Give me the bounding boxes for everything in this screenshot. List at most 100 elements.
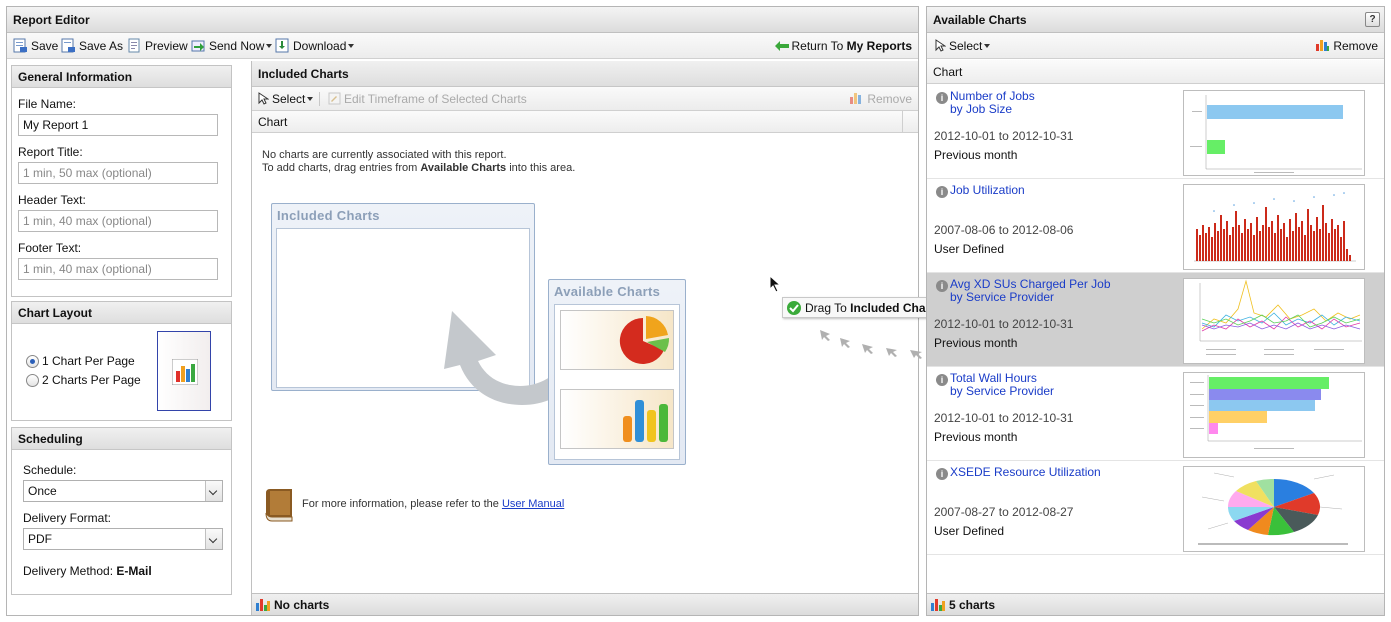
date-separator: to <box>998 129 1009 143</box>
available-remove-button[interactable]: Remove <box>1315 33 1378 59</box>
pie-chart-icon <box>619 316 670 364</box>
chart-period: Previous month <box>934 430 1018 444</box>
chart-subtitle[interactable]: by Job Size <box>950 102 1012 116</box>
list-item[interactable]: i Job Utilization 2007-08-06 to 2012-08-… <box>927 179 1384 273</box>
book-icon <box>265 489 293 522</box>
available-charts-panel: Available Charts ? Select Remove Chart i… <box>926 6 1385 616</box>
chart-thumbnail[interactable] <box>1183 372 1365 458</box>
chart-period: User Defined <box>934 242 1005 256</box>
header-text-input[interactable] <box>18 210 218 232</box>
delivery-format-select[interactable]: PDF <box>23 528 223 550</box>
date-to: 2012-08-06 <box>1012 223 1074 237</box>
drag-tooltip: Drag To Included Charts <box>782 297 946 318</box>
bar-chart-thumbnail-icon <box>1190 95 1362 173</box>
included-charts-title: Included Charts <box>252 61 918 87</box>
chart-dates: 2012-10-01 to 2012-10-31 <box>934 129 1073 143</box>
included-remove-button[interactable]: Remove <box>849 87 912 111</box>
preview-label: Preview <box>145 39 188 53</box>
chart-thumbnail[interactable] <box>1183 184 1365 270</box>
empty-line-2-prefix: To add charts, drag entries from <box>262 162 418 174</box>
chart-title[interactable]: Total Wall Hours <box>950 371 1037 385</box>
available-column-header[interactable]: Chart <box>927 60 1384 84</box>
return-to-my-reports-button[interactable]: Return To My Reports <box>774 33 912 59</box>
info-icon: i <box>936 280 948 292</box>
date-separator: to <box>998 223 1009 237</box>
list-item[interactable]: i Number of Jobs by Job Size 2012-10-01 … <box>927 85 1384 179</box>
download-dropdown-icon <box>348 44 355 48</box>
empty-line-2: To add charts, drag entries from Availab… <box>262 162 575 175</box>
date-separator: to <box>998 411 1009 425</box>
chart-title[interactable]: Number of Jobs <box>950 89 1035 103</box>
date-from: 2012-10-01 <box>934 129 996 143</box>
chart-layout-title: Chart Layout <box>12 302 231 324</box>
included-column-header[interactable]: Chart <box>252 111 918 133</box>
user-manual-link[interactable]: User Manual <box>502 498 564 510</box>
schedule-select[interactable]: Once <box>23 480 223 502</box>
schedule-label: Schedule: <box>23 463 77 477</box>
chevron-down-icon <box>205 481 222 501</box>
list-item[interactable]: i Total Wall Hours by Service Provider 2… <box>927 367 1384 461</box>
return-prefix: Return To <box>791 39 844 53</box>
file-name-label: File Name: <box>18 97 77 111</box>
date-separator: to <box>998 317 1009 331</box>
cursor-icon <box>935 39 947 52</box>
included-charts-toolbar: Select Edit Timeframe of Selected Charts… <box>252 87 918 111</box>
illustration-available-box <box>554 304 680 460</box>
save-button[interactable]: Save <box>13 33 58 59</box>
drag-tooltip-prefix: Drag To <box>805 301 847 315</box>
included-select-label: Select <box>272 92 306 106</box>
one-chart-per-page-radio[interactable] <box>26 355 39 368</box>
send-now-button[interactable]: Send Now <box>191 33 273 59</box>
two-charts-per-page-radio[interactable] <box>26 374 39 387</box>
scheduling-title: Scheduling <box>12 428 231 450</box>
send-icon <box>191 40 205 52</box>
preview-button[interactable]: Preview <box>127 33 188 59</box>
download-label: Download <box>293 39 347 53</box>
bar-chart-icon <box>623 400 668 442</box>
report-title-input[interactable] <box>18 162 218 184</box>
chart-subtitle[interactable]: by Service Provider <box>950 384 1054 398</box>
report-title-label: Report Title: <box>18 145 83 159</box>
file-name-input[interactable] <box>18 114 218 136</box>
preview-icon <box>128 38 140 53</box>
one-chart-per-page-label[interactable]: 1 Chart Per Page <box>42 354 135 368</box>
two-charts-per-page-label[interactable]: 2 Charts Per Page <box>42 373 141 387</box>
chart-thumbnail[interactable] <box>1183 90 1365 176</box>
included-select-button[interactable]: Select <box>258 87 314 111</box>
available-charts-footer: 5 charts <box>927 593 1384 615</box>
line-chart-thumbnail-icon <box>1199 279 1362 355</box>
chart-title[interactable]: Job Utilization <box>950 183 1025 197</box>
chart-period: Previous month <box>934 148 1018 162</box>
chevron-down-icon <box>205 529 222 549</box>
list-item[interactable]: i Avg XD SUs Charged Per Job by Service … <box>927 273 1384 367</box>
empty-line-1: No charts are currently associated with … <box>262 149 507 161</box>
send-now-dropdown-icon <box>266 44 273 48</box>
download-button[interactable]: Download <box>275 33 355 59</box>
help-button[interactable]: ? <box>1365 12 1380 27</box>
available-select-button[interactable]: Select <box>935 33 991 59</box>
available-charts-list: i Number of Jobs by Job Size 2012-10-01 … <box>927 85 1384 593</box>
chart-thumbnail[interactable] <box>1183 466 1365 552</box>
save-as-button[interactable]: Save As <box>61 33 123 59</box>
date-to: 2012-10-31 <box>1012 129 1074 143</box>
chart-subtitle[interactable]: by Service Provider <box>950 290 1054 304</box>
general-information-panel: General Information File Name: Report Ti… <box>11 65 232 297</box>
edit-timeframe-button[interactable]: Edit Timeframe of Selected Charts <box>328 87 527 111</box>
chart-title[interactable]: XSEDE Resource Utilization <box>950 465 1101 479</box>
date-from: 2012-10-01 <box>934 317 996 331</box>
chevron-down-icon <box>307 97 314 101</box>
column-header-divider <box>902 111 903 133</box>
available-select-label: Select <box>949 39 983 53</box>
edit-timeframe-label: Edit Timeframe of Selected Charts <box>344 92 527 106</box>
date-from: 2012-10-01 <box>934 411 996 425</box>
chart-thumbnail[interactable] <box>1183 278 1365 364</box>
included-remove-label: Remove <box>867 92 912 106</box>
date-to: 2012-10-31 <box>1012 317 1074 331</box>
save-icon <box>13 38 27 53</box>
mouse-cursor-icon <box>769 275 781 293</box>
chart-title[interactable]: Avg XD SUs Charged Per Job <box>950 277 1111 291</box>
chart-dates: 2012-10-01 to 2012-10-31 <box>934 317 1073 331</box>
toolbar-divider <box>319 92 320 106</box>
list-item[interactable]: i XSEDE Resource Utilization 2007-08-27 … <box>927 461 1384 555</box>
footer-text-input[interactable] <box>18 258 218 280</box>
